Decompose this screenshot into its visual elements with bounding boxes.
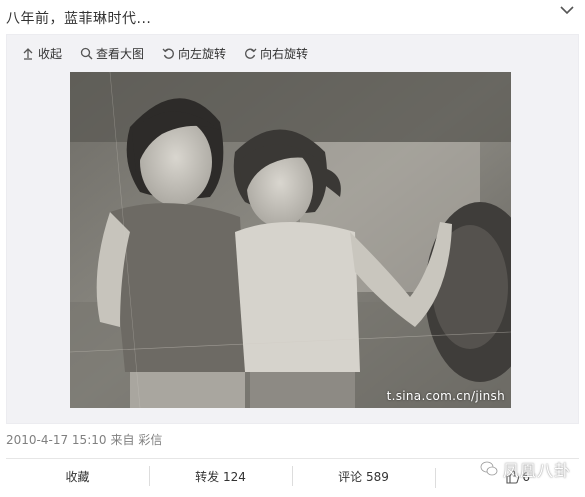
post-source: 来自 彩信 [110, 433, 163, 447]
media-box: 收起 查看大图 向左旋转 向右旋转 t.sina.com.cn/jinsh [6, 34, 579, 424]
comment-button[interactable]: 评论 589 [292, 466, 435, 486]
rotate-right-label: 向右旋转 [260, 47, 309, 61]
rotate-left-icon [161, 47, 175, 61]
wechat-bubble-icon [480, 460, 498, 478]
rotate-right-icon [243, 47, 257, 61]
magnifier-icon [79, 47, 93, 61]
rotate-right-button[interactable]: 向右旋转 [243, 45, 308, 62]
brand-name: 凤凰八卦 [502, 461, 571, 480]
image-toolbar: 收起 查看大图 向左旋转 向右旋转 [21, 45, 325, 62]
collapse-button[interactable]: 收起 [21, 45, 62, 62]
favorite-button[interactable]: 收藏 [6, 468, 149, 485]
brand-watermark: 凤凰八卦 [480, 457, 571, 481]
repost-button[interactable]: 转发 124 [149, 466, 292, 486]
post-photo[interactable]: t.sina.com.cn/jinsh [70, 72, 511, 408]
photo-watermark: t.sina.com.cn/jinsh [386, 389, 505, 403]
rotate-left-button[interactable]: 向左旋转 [161, 45, 226, 62]
collapse-label: 收起 [38, 47, 63, 61]
view-large-button[interactable]: 查看大图 [79, 45, 144, 62]
collapse-arrow-icon [21, 47, 35, 61]
view-large-label: 查看大图 [96, 47, 145, 61]
photo-illustration [70, 72, 511, 408]
chevron-down-icon[interactable] [559, 4, 575, 18]
post-text: 八年前，蓝菲琳时代... [6, 11, 152, 27]
post-timestamp[interactable]: 2010-4-17 15:10 [6, 433, 107, 447]
rotate-left-label: 向左旋转 [178, 47, 227, 61]
post-meta: 2010-4-17 15:10 来自 彩信 [6, 431, 162, 448]
